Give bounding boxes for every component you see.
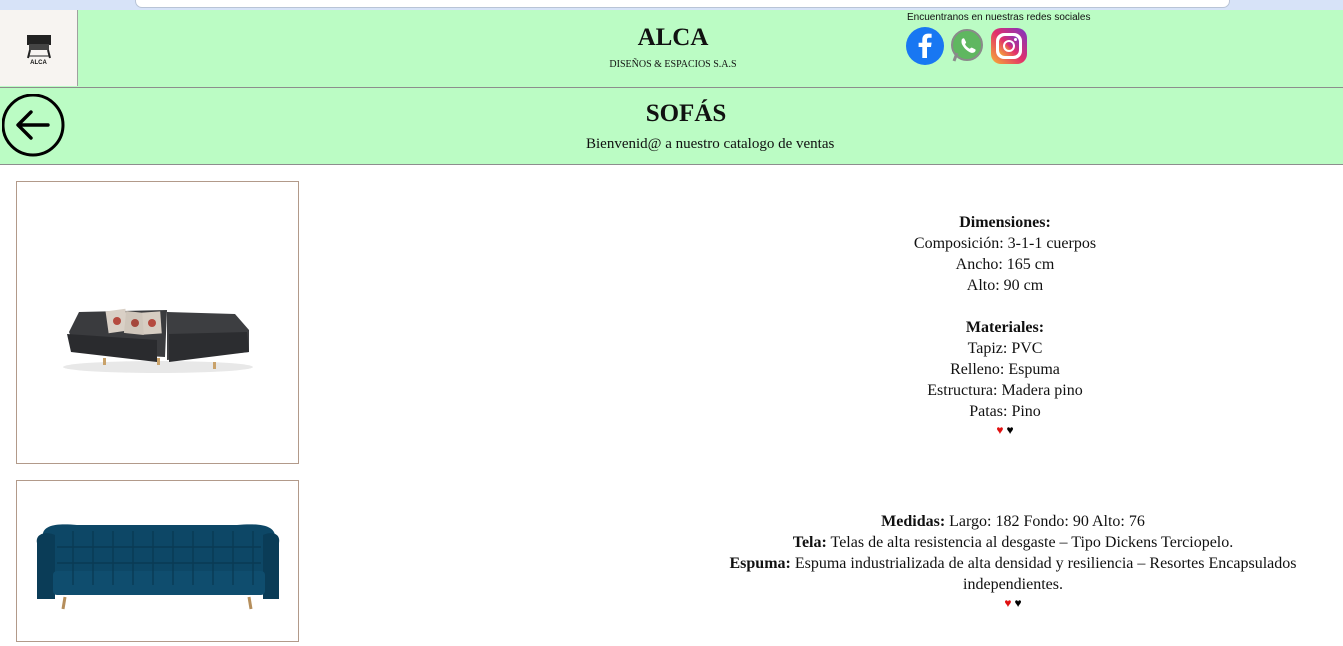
whatsapp-icon[interactable] <box>948 27 986 65</box>
product-image-sectional-sofa[interactable] <box>16 181 299 464</box>
product-image-blue-sofa[interactable] <box>16 480 299 642</box>
tela-line: Tela: Telas de alta resistencia al desga… <box>792 534 1234 551</box>
back-arrow-icon[interactable] <box>1 93 66 158</box>
facebook-icon[interactable] <box>906 27 944 65</box>
brand-title: ALCA <box>637 24 709 51</box>
dimension-line: Composición: 3-1-1 cuerpos <box>913 235 1097 252</box>
medidas-line: Medidas: Largo: 182 Fondo: 90 Alto: 76 <box>881 513 1145 530</box>
dimension-line: Ancho: 165 cm <box>955 256 1055 273</box>
product-description-2: Medidas: Largo: 182 Fondo: 90 Alto: 76 T… <box>695 511 1331 609</box>
rating-hearts: ♥ ♥ <box>880 424 1130 436</box>
blue-sofa-image <box>36 524 280 610</box>
dimension-line: Alto: 90 cm <box>966 277 1044 294</box>
dimensions-heading: Dimensiones: <box>959 214 1051 231</box>
material-line: Patas: Pino <box>969 403 1041 420</box>
page-hero: SOFÁS Bienvenid@ a nuestro catalogo de v… <box>0 88 1343 165</box>
material-line: Tapiz: PVC <box>967 340 1043 357</box>
material-line: Relleno: Espuma <box>950 361 1060 378</box>
material-line: Estructura: Madera pino <box>927 382 1083 399</box>
chair-logo-icon <box>27 35 51 59</box>
favorite-heart-icon[interactable]: ♥ <box>1007 424 1014 436</box>
instagram-icon[interactable] <box>990 27 1028 65</box>
logo-text: ALCA <box>30 60 47 66</box>
page-subtitle: Bienvenid@ a nuestro catalogo de ventas <box>586 136 835 152</box>
social-label: Encuentranos en nuestras redes sociales <box>907 12 1091 23</box>
rating-hearts: ♥ ♥ <box>695 597 1331 609</box>
logo[interactable]: ALCA <box>0 10 78 86</box>
materials-heading: Materiales: <box>965 319 1045 336</box>
like-heart-icon[interactable]: ♥ <box>1004 597 1011 609</box>
social-links <box>906 27 1028 65</box>
espuma-line: Espuma: Espuma industrializada de alta d… <box>729 555 1297 593</box>
brand-subtitle: DISEÑOS & ESPACIOS S.A.S <box>609 59 737 70</box>
page-title: SOFÁS <box>645 100 727 127</box>
browser-address-bar[interactable] <box>135 0 1230 8</box>
like-heart-icon[interactable]: ♥ <box>996 424 1003 436</box>
site-header: ALCA ALCA DISEÑOS & ESPACIOS S.A.S Encue… <box>0 10 1343 88</box>
favorite-heart-icon[interactable]: ♥ <box>1015 597 1022 609</box>
product-description-1: Dimensiones: Composición: 3-1-1 cuerpos … <box>880 212 1130 436</box>
sectional-sofa-image <box>63 308 253 373</box>
